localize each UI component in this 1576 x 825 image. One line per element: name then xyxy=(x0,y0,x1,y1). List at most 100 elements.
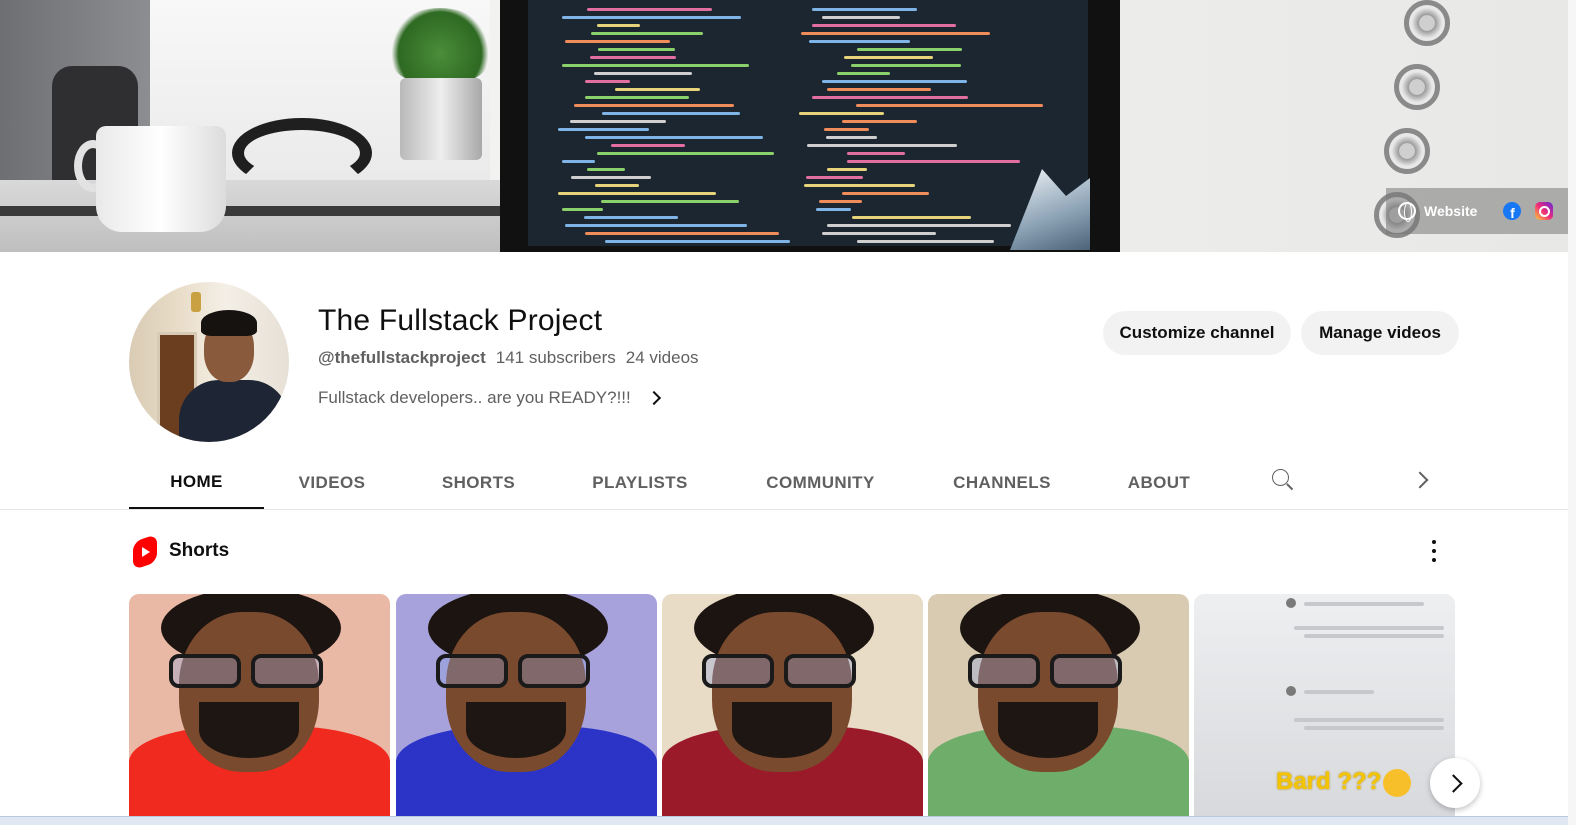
code-line xyxy=(565,224,747,227)
code-line xyxy=(816,208,851,211)
code-line xyxy=(585,80,630,83)
code-line xyxy=(804,184,915,187)
code-line xyxy=(842,120,917,123)
code-line xyxy=(602,112,740,115)
code-line xyxy=(856,104,1043,107)
code-line xyxy=(598,48,675,51)
channel-description[interactable]: Fullstack developers.. are you READY?!!! xyxy=(318,388,661,408)
code-line xyxy=(852,216,971,219)
code-line xyxy=(594,72,692,75)
shorts-logo-icon xyxy=(133,534,157,570)
tab-shorts[interactable]: SHORTS xyxy=(400,456,557,510)
tab-videos[interactable]: VIDEOS xyxy=(264,456,400,510)
short-thumbnail[interactable] xyxy=(662,594,923,816)
taskbar-strip xyxy=(0,816,1576,825)
code-line xyxy=(591,32,703,35)
code-line xyxy=(827,88,931,91)
channel-name: The Fullstack Project xyxy=(318,304,603,337)
code-line xyxy=(585,96,689,99)
search-icon[interactable] xyxy=(1271,468,1295,492)
tab-playlists[interactable]: PLAYLISTS xyxy=(557,456,723,510)
chevron-right-icon[interactable] xyxy=(1411,471,1429,489)
banner-mug xyxy=(96,126,226,232)
code-line xyxy=(601,200,739,203)
code-line xyxy=(822,232,936,235)
code-line xyxy=(799,112,884,115)
code-line xyxy=(842,192,929,195)
smirk-emoji-icon xyxy=(1383,768,1412,797)
code-line xyxy=(597,152,774,155)
code-line xyxy=(590,56,676,59)
code-line xyxy=(809,40,910,43)
short-overlay-text: Bard ??? xyxy=(1276,768,1412,797)
code-line xyxy=(585,232,779,235)
tab-community[interactable]: COMMUNITY xyxy=(723,456,918,510)
code-line xyxy=(851,64,961,67)
code-line xyxy=(558,192,716,195)
tabs-divider xyxy=(0,509,1568,510)
website-link[interactable]: Website xyxy=(1424,203,1477,219)
channel-description-text: Fullstack developers.. are you READY?!!! xyxy=(318,388,631,407)
shorts-next-button[interactable] xyxy=(1430,758,1480,808)
shorts-section-title: Shorts xyxy=(169,540,230,561)
banner-code-screen xyxy=(528,0,1088,246)
manage-videos-button[interactable]: Manage videos xyxy=(1301,311,1459,355)
code-line xyxy=(615,88,700,91)
banner-plant xyxy=(388,8,492,84)
code-line xyxy=(562,208,603,211)
code-line xyxy=(824,128,869,131)
code-line xyxy=(847,152,905,155)
banner-wheel xyxy=(1394,64,1440,110)
subscriber-count: 141 subscribers xyxy=(495,348,616,367)
code-line xyxy=(574,104,734,107)
banner-desk-edge xyxy=(0,206,520,216)
code-line xyxy=(587,8,712,11)
tab-about[interactable]: ABOUT xyxy=(1086,456,1232,510)
banner-wheel xyxy=(1384,128,1430,174)
code-line xyxy=(806,176,863,179)
code-line xyxy=(827,224,1011,227)
code-line xyxy=(812,24,956,27)
banner-desk xyxy=(0,180,560,252)
shorts-row: Bard ??? xyxy=(129,594,1456,816)
video-count: 24 videos xyxy=(625,348,699,367)
code-line xyxy=(595,184,639,187)
code-line xyxy=(819,200,862,203)
code-line xyxy=(857,240,994,243)
code-line xyxy=(565,40,670,43)
avatar-body xyxy=(179,380,289,442)
code-line xyxy=(570,120,666,123)
banner-plant-pot xyxy=(400,78,482,160)
customize-channel-button[interactable]: Customize channel xyxy=(1103,311,1291,355)
globe-icon xyxy=(1398,202,1416,222)
code-line xyxy=(837,72,890,75)
instagram-icon[interactable] xyxy=(1535,202,1554,220)
code-line xyxy=(847,160,1020,163)
banner-links-bar: Website f xyxy=(1386,188,1576,234)
banner-headphones xyxy=(232,118,372,188)
short-thumbnail[interactable] xyxy=(129,594,390,816)
more-vert-icon[interactable] xyxy=(1424,540,1444,562)
code-line xyxy=(844,56,933,59)
code-line xyxy=(812,8,917,11)
code-line xyxy=(597,24,640,27)
code-line xyxy=(801,32,990,35)
code-line xyxy=(562,64,749,67)
facebook-icon[interactable]: f xyxy=(1503,202,1522,220)
code-line xyxy=(812,96,968,99)
banner-wheel xyxy=(1404,0,1450,46)
channel-tabs: HOME VIDEOS SHORTS PLAYLISTS COMMUNITY C… xyxy=(129,456,1232,510)
short-thumbnail[interactable]: Bard ??? xyxy=(1194,594,1455,816)
short-thumbnail[interactable] xyxy=(928,594,1189,816)
short-thumbnail[interactable] xyxy=(396,594,657,816)
channel-meta: @thefullstackproject 141 subscribers 24 … xyxy=(318,348,699,368)
code-line xyxy=(585,136,763,139)
code-line xyxy=(807,144,957,147)
channel-avatar[interactable] xyxy=(129,282,289,442)
tab-home[interactable]: HOME xyxy=(129,456,264,510)
code-line xyxy=(822,80,967,83)
code-line xyxy=(562,16,741,19)
code-line xyxy=(571,176,651,179)
tab-channels[interactable]: CHANNELS xyxy=(918,456,1086,510)
code-line xyxy=(587,168,625,171)
